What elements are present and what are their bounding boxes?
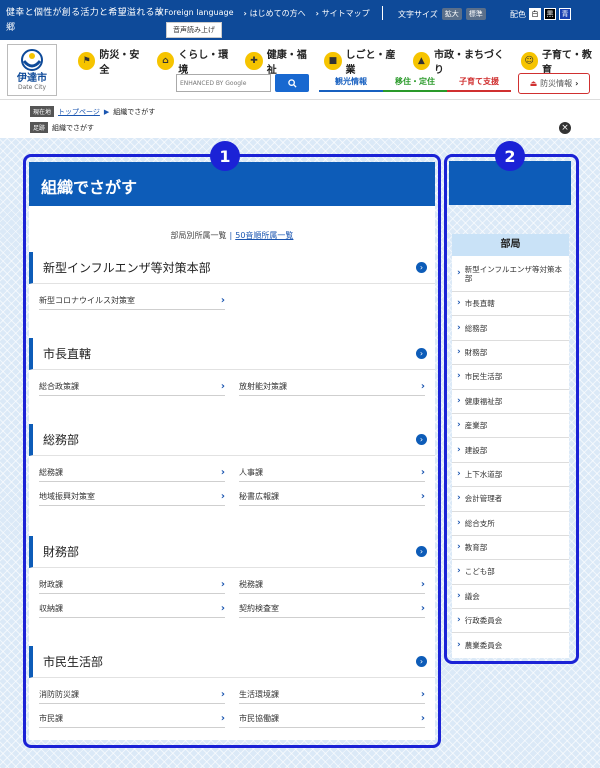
home-icon: ⌂ <box>156 52 175 70</box>
nav-work-industry[interactable]: ■ しごと・産業 <box>324 46 404 76</box>
font-enlarge-button[interactable]: 拡大 <box>441 8 462 20</box>
nav-label: 市政・まちづくり <box>434 50 505 76</box>
nav-label: 防災・安全 <box>99 50 140 76</box>
global-nav: ⚑ 防災・安全 ⌂ くらし・環境 ✚ 健康・福祉 ■ しごと・産業 ▲ 市政・まちづくり … <box>78 46 600 76</box>
annotation-badge-2: 2 <box>495 141 525 171</box>
annotation-frame-main <box>23 154 441 748</box>
color-black-button[interactable]: 黒 <box>544 8 556 20</box>
nav-health-welfare[interactable]: ✚ 健康・福祉 <box>245 46 315 76</box>
flag-icon: ⚑ <box>78 52 96 70</box>
divider <box>382 6 383 20</box>
color-label: 配色 <box>510 9 526 19</box>
history-item: 組織でさがす <box>52 123 95 132</box>
annotation-frame-side <box>444 154 579 664</box>
site-tagline: 健幸と個性が創る活力と希望溢れる故郷 <box>6 8 165 33</box>
cross-icon: ✚ <box>245 52 263 70</box>
sub-nav: 観光情報 移住・定住 子育て支援 <box>319 74 511 92</box>
child-icon: ☺ <box>520 52 538 70</box>
search-icon <box>287 78 297 88</box>
voice-readout-button[interactable]: 音声読み上げ <box>166 22 222 38</box>
breadcrumb-arrow-icon: ▶ <box>103 107 110 116</box>
font-standard-button[interactable]: 標準 <box>465 8 486 20</box>
chevron-right-icon: › <box>575 79 579 88</box>
nav-city-admin[interactable]: ▲ 市政・まちづくり <box>412 46 512 76</box>
breadcrumb-home[interactable]: トップページ <box>58 107 100 117</box>
top-bar: 健幸と個性が創る活力と希望溢れる故郷 Foreign language はじめて… <box>0 0 600 40</box>
relocation-link[interactable]: 移住・定住 <box>383 74 447 92</box>
search-button[interactable] <box>275 74 309 92</box>
search-input[interactable]: ENHANCED BY Google <box>176 74 271 92</box>
close-icon[interactable]: × <box>559 122 571 134</box>
nav-label: しごと・産業 <box>345 50 396 76</box>
history-trail: 足跡 組織でさがす <box>30 122 94 133</box>
nav-label: くらし・環境 <box>178 50 229 76</box>
annotation-badge-1: 1 <box>210 141 240 171</box>
briefcase-icon: ■ <box>324 52 342 70</box>
disaster-label: 防災情報 <box>540 79 573 88</box>
city-emblem-icon <box>21 49 43 71</box>
font-size-label: 文字サイズ <box>398 9 438 19</box>
logo-japanese: 伊達市 <box>17 73 47 84</box>
logo-english: Date City <box>17 84 46 91</box>
history-tag: 足跡 <box>30 122 49 133</box>
top-links: Foreign language はじめての方へ サイトマップ <box>158 8 370 19</box>
color-white-button[interactable]: 白 <box>529 8 541 20</box>
alert-lamp-icon: ⏏ <box>529 79 538 88</box>
location-tag: 現在地 <box>30 106 55 117</box>
foreign-language-link[interactable]: Foreign language <box>158 8 233 19</box>
nav-label: 子育て・教育 <box>541 50 592 76</box>
tourism-link[interactable]: 観光情報 <box>319 74 383 92</box>
nav-living-environment[interactable]: ⌂ くらし・環境 <box>156 46 237 76</box>
nav-childcare-education[interactable]: ☺ 子育て・教育 <box>520 46 600 76</box>
breadcrumb: 現在地 トップページ ▶ 組織でさがす <box>30 106 155 117</box>
font-size-control: 文字サイズ 拡大 標準 <box>398 8 486 20</box>
child-support-link[interactable]: 子育て支援 <box>447 74 511 92</box>
building-icon: ▲ <box>412 52 431 70</box>
breadcrumb-current: 組織でさがす <box>113 107 156 116</box>
site-logo[interactable]: 伊達市 Date City <box>7 44 57 96</box>
first-visit-link[interactable]: はじめての方へ <box>244 8 306 19</box>
nav-label: 健康・福祉 <box>266 50 307 76</box>
sitemap-link[interactable]: サイトマップ <box>316 8 370 19</box>
disaster-info-button[interactable]: ⏏ 防災情報 › <box>518 73 590 94</box>
color-scheme-control: 配色 白 黒 青 <box>510 8 571 20</box>
nav-disaster-safety[interactable]: ⚑ 防災・安全 <box>78 46 148 76</box>
color-blue-button[interactable]: 青 <box>559 8 571 20</box>
